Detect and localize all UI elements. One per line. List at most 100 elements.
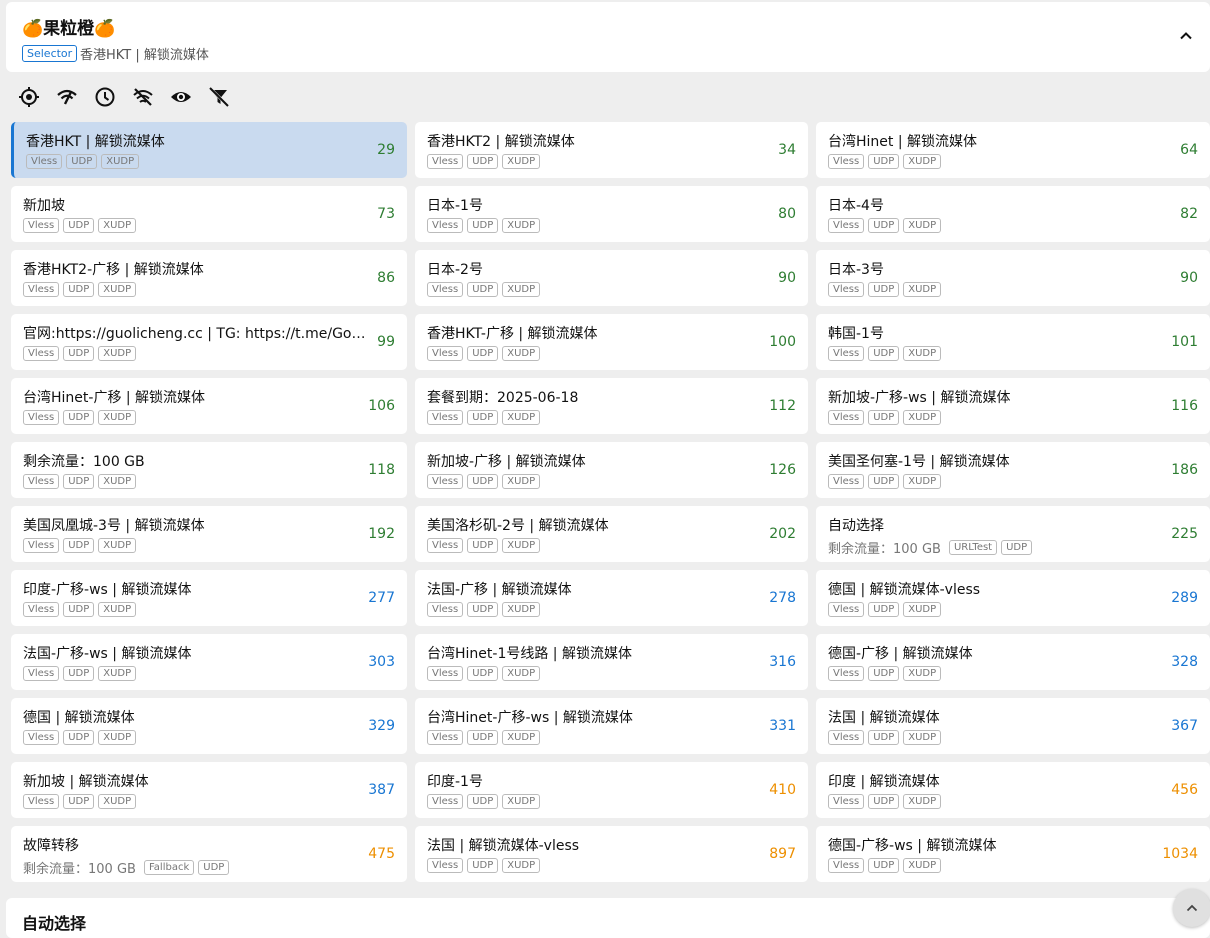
proxy-delay[interactable]: 278: [769, 590, 796, 606]
proxy-card[interactable]: 印度-1号 Vless UDP XUDP 410: [415, 762, 808, 818]
proxy-delay[interactable]: 82: [1180, 206, 1198, 222]
proxy-delay[interactable]: 90: [1180, 270, 1198, 286]
proxy-delay[interactable]: 303: [368, 654, 395, 670]
proxy-card[interactable]: 台湾Hinet-广移-ws | 解锁流媒体 Vless UDP XUDP 331: [415, 698, 808, 754]
proxy-delay[interactable]: 29: [377, 142, 395, 158]
proxy-delay[interactable]: 367: [1171, 718, 1198, 734]
proxy-card[interactable]: 新加坡 | 解锁流媒体 Vless UDP XUDP 387: [11, 762, 407, 818]
proxy-delay[interactable]: 475: [368, 846, 395, 862]
proxy-name: 自动选择: [828, 518, 884, 534]
eye-icon[interactable]: [170, 86, 192, 108]
proxy-card[interactable]: 台湾Hinet-1号线路 | 解锁流媒体 Vless UDP XUDP 316: [415, 634, 808, 690]
proxy-delay[interactable]: 86: [377, 270, 395, 286]
proxy-card[interactable]: 法国-广移-ws | 解锁流媒体 Vless UDP XUDP 303: [11, 634, 407, 690]
proxy-card[interactable]: 法国 | 解锁流媒体 Vless UDP XUDP 367: [816, 698, 1210, 754]
proxy-name: 德国-广移-ws | 解锁流媒体: [828, 838, 997, 854]
proxy-delay[interactable]: 289: [1171, 590, 1198, 606]
proxy-delay[interactable]: 331: [769, 718, 796, 734]
proxy-tag: UDP: [63, 282, 95, 297]
proxy-name: 法国-广移 | 解锁流媒体: [427, 582, 572, 598]
proxy-tag: XUDP: [98, 474, 137, 489]
proxy-card[interactable]: 印度 | 解锁流媒体 Vless UDP XUDP 456: [816, 762, 1210, 818]
proxy-card[interactable]: 官网:https://guolicheng.cc | TG: https://t…: [11, 314, 407, 370]
proxy-card[interactable]: 剩余流量：100 GB Vless UDP XUDP 118: [11, 442, 407, 498]
locate-icon[interactable]: [18, 86, 40, 108]
proxy-card[interactable]: 台湾Hinet | 解锁流媒体 Vless UDP XUDP 64: [816, 122, 1210, 178]
proxy-delay[interactable]: 328: [1171, 654, 1198, 670]
proxy-delay[interactable]: 316: [769, 654, 796, 670]
proxy-tag: Vless: [828, 858, 865, 873]
proxy-delay[interactable]: 225: [1171, 526, 1198, 542]
proxy-delay[interactable]: 90: [778, 270, 796, 286]
proxy-tags: Vless UDP XUDP: [427, 218, 541, 233]
proxy-tag: UDP: [467, 474, 499, 489]
proxy-card[interactable]: 故障转移 剩余流量：100 GB Fallback UDP 475: [11, 826, 407, 882]
proxy-card[interactable]: 韩国-1号 Vless UDP XUDP 101: [816, 314, 1210, 370]
proxy-name: 香港HKT2 | 解锁流媒体: [427, 134, 575, 150]
proxy-card[interactable]: 香港HKT-广移 | 解锁流媒体 Vless UDP XUDP 100: [415, 314, 808, 370]
proxy-delay[interactable]: 387: [368, 782, 395, 798]
proxy-subtext: 剩余流量：100 GB: [23, 862, 136, 877]
proxy-delay[interactable]: 277: [368, 590, 395, 606]
proxy-card[interactable]: 日本-3号 Vless UDP XUDP 90: [816, 250, 1210, 306]
proxy-group-header[interactable]: 🍊果粒橙🍊 Selector 香港HKT | 解锁流媒体: [6, 2, 1210, 72]
proxy-tag: UDP: [467, 602, 499, 617]
proxy-card[interactable]: 台湾Hinet-广移 | 解锁流媒体 Vless UDP XUDP 106: [11, 378, 407, 434]
proxy-card[interactable]: 美国凤凰城-3号 | 解锁流媒体 Vless UDP XUDP 192: [11, 506, 407, 562]
proxy-delay[interactable]: 99: [377, 334, 395, 350]
proxy-delay[interactable]: 329: [368, 718, 395, 734]
proxy-card[interactable]: 新加坡-广移 | 解锁流媒体 Vless UDP XUDP 126: [415, 442, 808, 498]
proxy-tag: UDP: [467, 730, 499, 745]
proxy-card[interactable]: 美国圣何塞-1号 | 解锁流媒体 Vless UDP XUDP 186: [816, 442, 1210, 498]
proxy-card[interactable]: 日本-2号 Vless UDP XUDP 90: [415, 250, 808, 306]
proxy-card[interactable]: 香港HKT | 解锁流媒体 Vless UDP XUDP 29: [11, 122, 407, 178]
proxy-delay[interactable]: 456: [1171, 782, 1198, 798]
proxy-card[interactable]: 德国-广移-ws | 解锁流媒体 Vless UDP XUDP 1034: [816, 826, 1210, 882]
proxy-card[interactable]: 日本-4号 Vless UDP XUDP 82: [816, 186, 1210, 242]
proxy-card[interactable]: 印度-广移-ws | 解锁流媒体 Vless UDP XUDP 277: [11, 570, 407, 626]
proxy-delay[interactable]: 100: [769, 334, 796, 350]
proxy-delay[interactable]: 897: [769, 846, 796, 862]
clock-sort-icon[interactable]: [94, 86, 116, 108]
proxy-card[interactable]: 新加坡-广移-ws | 解锁流媒体 Vless UDP XUDP 116: [816, 378, 1210, 434]
proxy-card[interactable]: 美国洛杉矶-2号 | 解锁流媒体 Vless UDP XUDP 202: [415, 506, 808, 562]
proxy-delay[interactable]: 192: [368, 526, 395, 542]
scroll-top-button[interactable]: [1173, 889, 1210, 927]
proxy-delay[interactable]: 1034: [1162, 846, 1198, 862]
proxy-card[interactable]: 德国 | 解锁流媒体-vless Vless UDP XUDP 289: [816, 570, 1210, 626]
proxy-card[interactable]: 德国-广移 | 解锁流媒体 Vless UDP XUDP 328: [816, 634, 1210, 690]
proxy-tag: UDP: [63, 218, 95, 233]
proxy-delay[interactable]: 64: [1180, 142, 1198, 158]
proxy-tag: UDP: [1001, 540, 1033, 555]
proxy-card[interactable]: 自动选择 剩余流量：100 GB URLTest UDP 225: [816, 506, 1210, 562]
proxy-card[interactable]: 法国-广移 | 解锁流媒体 Vless UDP XUDP 278: [415, 570, 808, 626]
proxy-delay[interactable]: 126: [769, 462, 796, 478]
proxy-card[interactable]: 套餐到期：2025-06-18 Vless UDP XUDP 112: [415, 378, 808, 434]
proxy-card[interactable]: 法国 | 解锁流媒体-vless Vless UDP XUDP 897: [415, 826, 808, 882]
proxy-delay[interactable]: 118: [368, 462, 395, 478]
proxy-delay[interactable]: 80: [778, 206, 796, 222]
proxy-tag: XUDP: [903, 794, 942, 809]
collapse-button[interactable]: [1174, 24, 1198, 48]
proxy-card[interactable]: 新加坡 Vless UDP XUDP 73: [11, 186, 407, 242]
proxy-delay[interactable]: 34: [778, 142, 796, 158]
proxy-delay[interactable]: 112: [769, 398, 796, 414]
network-check-icon[interactable]: [56, 86, 78, 108]
proxy-tag: Vless: [427, 794, 464, 809]
proxy-card[interactable]: 日本-1号 Vless UDP XUDP 80: [415, 186, 808, 242]
proxy-name: 台湾Hinet-广移-ws | 解锁流媒体: [427, 710, 633, 726]
proxy-delay[interactable]: 106: [368, 398, 395, 414]
proxy-delay[interactable]: 410: [769, 782, 796, 798]
next-group-header[interactable]: 自动选择: [6, 898, 1210, 938]
filter-off-icon[interactable]: [208, 86, 230, 108]
proxy-delay[interactable]: 116: [1171, 398, 1198, 414]
proxy-delay[interactable]: 101: [1171, 334, 1198, 350]
proxy-card[interactable]: 德国 | 解锁流媒体 Vless UDP XUDP 329: [11, 698, 407, 754]
proxy-delay[interactable]: 186: [1171, 462, 1198, 478]
wifi-off-icon[interactable]: [132, 86, 154, 108]
proxy-delay[interactable]: 202: [769, 526, 796, 542]
proxy-delay[interactable]: 73: [377, 206, 395, 222]
proxy-name: 新加坡-广移-ws | 解锁流媒体: [828, 390, 1011, 406]
proxy-card[interactable]: 香港HKT2-广移 | 解锁流媒体 Vless UDP XUDP 86: [11, 250, 407, 306]
proxy-card[interactable]: 香港HKT2 | 解锁流媒体 Vless UDP XUDP 34: [415, 122, 808, 178]
